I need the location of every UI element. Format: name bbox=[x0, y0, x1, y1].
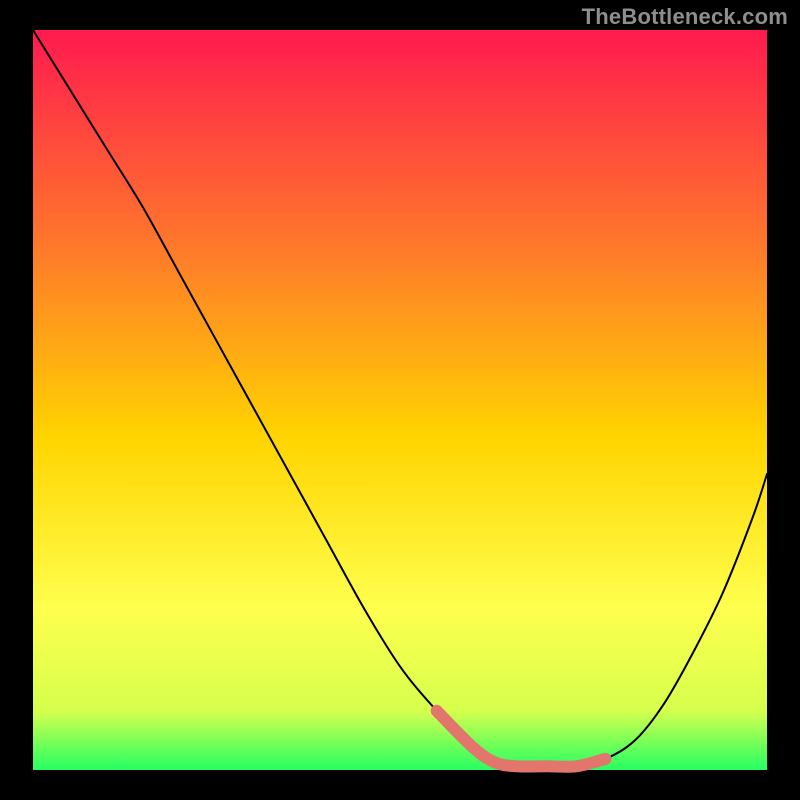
gradient-plot-area bbox=[33, 30, 767, 770]
chart-root: TheBottleneck.com bbox=[0, 0, 800, 800]
bottleneck-chart bbox=[0, 0, 800, 800]
watermark-text: TheBottleneck.com bbox=[582, 4, 788, 30]
